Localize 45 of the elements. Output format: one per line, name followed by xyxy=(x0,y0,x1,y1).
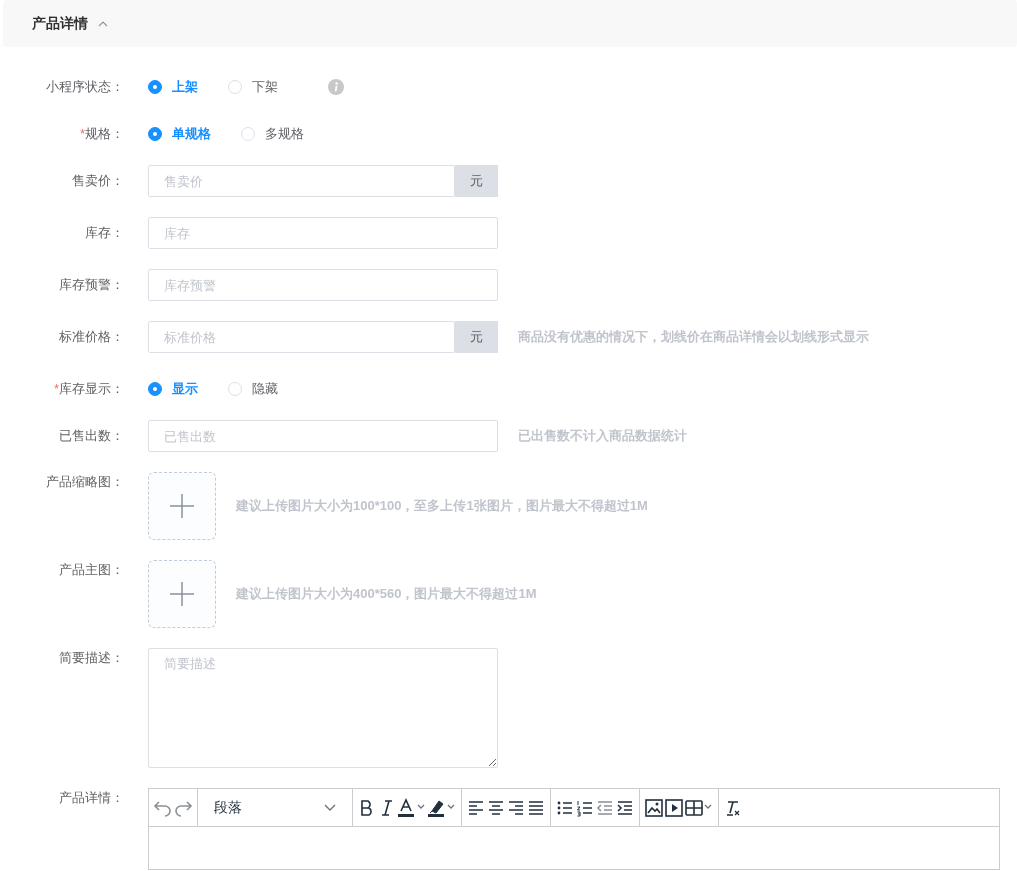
input-field[interactable]: 库存 xyxy=(148,217,498,249)
field-label: 产品主图： xyxy=(59,561,124,579)
rich-text-editor[interactable]: 段落 xyxy=(148,788,1000,870)
chevron-down-icon xyxy=(324,803,336,812)
field-label: 售卖价： xyxy=(72,172,124,190)
field-hint: 建议上传图片大小为400*560，图片最大不得超过1M xyxy=(236,585,537,604)
unit-addon: 元 xyxy=(455,165,498,197)
required-mark: * xyxy=(53,380,59,398)
radio-button[interactable] xyxy=(148,127,162,141)
input-field[interactable]: 售卖价 xyxy=(148,165,455,197)
field-label: 小程序状态： xyxy=(46,78,124,96)
plus-icon xyxy=(169,581,195,607)
field-label: 产品缩略图： xyxy=(46,473,124,491)
required-mark: * xyxy=(79,125,85,143)
section-title: 产品详情 xyxy=(32,14,88,33)
section-header[interactable]: 产品详情 xyxy=(3,0,1017,47)
field-hint: 建议上传图片大小为100*100，至多上传1张图片，图片最大不得超过1M xyxy=(236,497,648,516)
unit-addon: 元 xyxy=(455,321,498,353)
field-label: 标准价格： xyxy=(59,328,124,346)
field-label: 库存： xyxy=(85,224,124,242)
input-field[interactable]: 标准价格 xyxy=(148,321,455,353)
radio-button[interactable] xyxy=(148,80,162,94)
field-hint: 已出售数不计入商品数据统计 xyxy=(518,427,687,446)
field-label: 产品详情： xyxy=(59,789,124,807)
radio-option[interactable]: 隐藏 xyxy=(228,379,278,399)
plus-icon xyxy=(169,493,195,519)
field-label: 库存预警： xyxy=(59,276,124,294)
field-label: 规格： xyxy=(85,125,124,143)
field-label: 简要描述： xyxy=(59,649,124,667)
table-icon[interactable] xyxy=(684,797,714,818)
block-format-value: 段落 xyxy=(214,798,242,817)
video-icon[interactable] xyxy=(664,797,684,818)
radio-option[interactable]: 下架 xyxy=(228,77,278,97)
image-icon[interactable] xyxy=(644,797,664,818)
text-area[interactable]: 简要描述 xyxy=(148,648,498,768)
radio-button[interactable] xyxy=(148,382,162,396)
radio-option[interactable]: 多规格 xyxy=(241,124,304,144)
field-label: 库存显示： xyxy=(59,380,124,398)
text-color-icon[interactable] xyxy=(397,797,427,818)
field-label: 已售出数： xyxy=(59,427,124,445)
field-hint: 商品没有优惠的情况下，划线价在商品详情会以划线形式显示 xyxy=(518,328,869,347)
collapse-caret-icon[interactable] xyxy=(98,20,108,27)
input-field[interactable]: 已售出数 xyxy=(148,420,498,452)
input-field[interactable]: 库存预警 xyxy=(148,269,498,301)
block-format-dropdown[interactable]: 段落 xyxy=(198,789,353,826)
